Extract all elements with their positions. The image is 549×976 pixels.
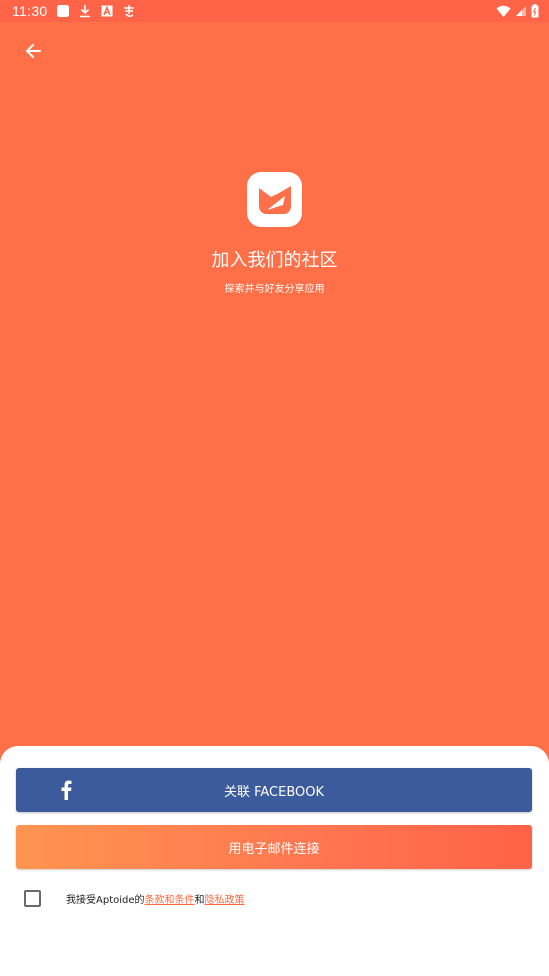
- back-button[interactable]: [16, 34, 50, 68]
- terms-row: 我接受Aptoide的条款和条件和隐私政策: [24, 889, 245, 907]
- wifi-icon: [496, 5, 511, 17]
- app-square-icon: [56, 5, 69, 17]
- status-bar: 11:30: [0, 0, 549, 22]
- facebook-f-icon: [61, 780, 72, 800]
- terms-joiner: 和: [194, 894, 205, 906]
- login-sheet: 关联 FACEBOOK 用电子邮件连接 我接受Aptoide的条款和条件和隐私政…: [0, 746, 549, 976]
- download-icon: [79, 5, 90, 18]
- terms-text: 我接受Aptoide的条款和条件和隐私政策: [66, 891, 245, 906]
- signal-icon: [516, 6, 526, 16]
- privacy-policy-link[interactable]: 隐私政策: [205, 895, 245, 906]
- email-button-label: 用电子邮件连接: [228, 841, 320, 857]
- facebook-button-label: 关联 FACEBOOK: [223, 784, 325, 800]
- app-glyph-icon: [123, 5, 134, 18]
- battery-icon: [531, 4, 539, 18]
- aptoide-logo: [247, 172, 302, 227]
- status-time: 11:30: [12, 3, 48, 19]
- page-title: 加入我们的社区: [211, 250, 338, 271]
- status-bar-right: [496, 4, 539, 18]
- email-connect-button[interactable]: 用电子邮件连接: [16, 825, 532, 869]
- status-bar-left: 11:30: [12, 3, 136, 19]
- page-subtitle: 探索并与好友分享应用: [224, 284, 325, 295]
- aptoide-logo-icon: [258, 185, 291, 214]
- terms-prefix: 我接受Aptoide的: [66, 894, 145, 906]
- facebook-connect-button[interactable]: 关联 FACEBOOK: [16, 768, 532, 812]
- terms-and-conditions-link[interactable]: 条款和条件: [145, 895, 195, 906]
- terms-checkbox[interactable]: [24, 889, 41, 907]
- arrow-back-icon: [26, 44, 41, 58]
- font-a-icon: [101, 5, 112, 17]
